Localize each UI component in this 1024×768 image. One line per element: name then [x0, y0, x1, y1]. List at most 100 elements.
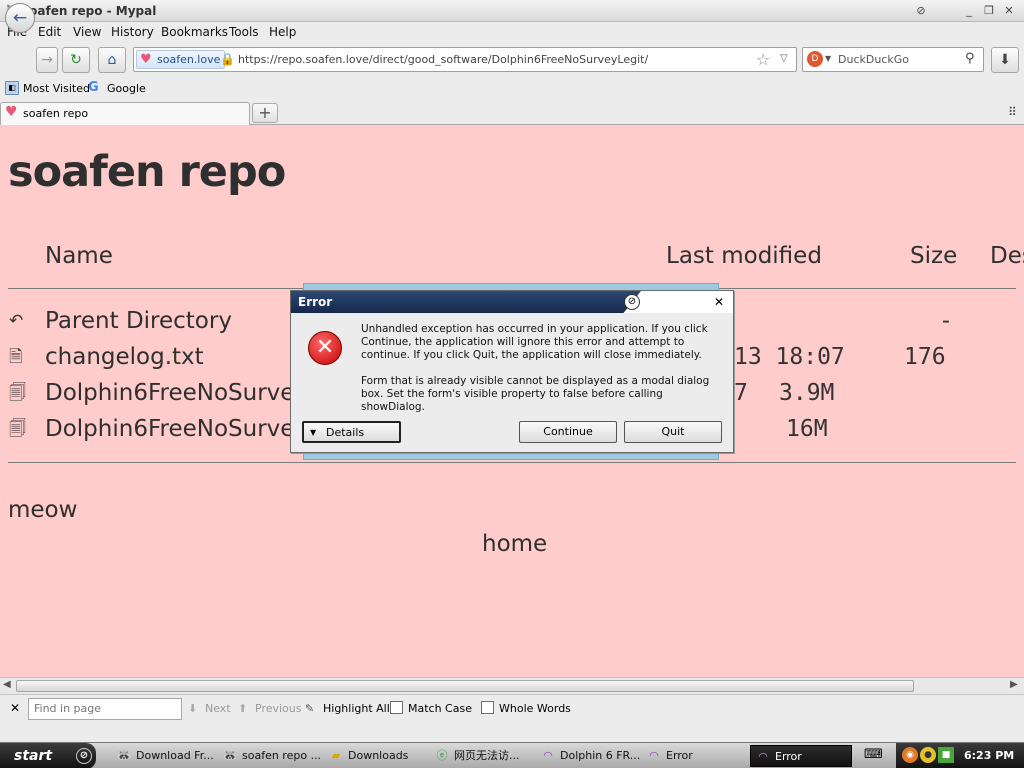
taskbar-item-dolphin[interactable]: ◠ Dolphin 6 FR... [540, 745, 640, 767]
tray-app-icon[interactable]: ■ [938, 747, 954, 763]
most-visited-icon: ◧ [5, 81, 19, 95]
reload-icon: ↻ [70, 52, 82, 68]
dialog-titlebar: Error ⊘ ✕ [291, 291, 733, 313]
menu-view[interactable]: View [73, 24, 101, 40]
taskbar: start ⊘ 🦝 Download Fr... 🦝 soafen repo ...… [0, 742, 1024, 768]
column-size-header[interactable]: Size [910, 243, 957, 269]
home-link[interactable]: home [482, 531, 547, 557]
whole-words-checkbox[interactable] [481, 701, 494, 714]
lock-icon: 🔒 [220, 52, 235, 66]
downloads-button[interactable]: ⬇ [991, 47, 1019, 73]
reload-button[interactable]: ↻ [62, 47, 90, 73]
dialog-close-button[interactable]: ✕ [711, 294, 727, 310]
horizontal-scrollbar[interactable]: ◀ ▶ [0, 677, 1024, 694]
taskbar-label: Downloads [348, 749, 409, 762]
column-name-header[interactable]: Name [45, 243, 113, 269]
highlight-all-button[interactable]: Highlight All [323, 702, 390, 716]
taskbar-item-browser[interactable]: ⓔ 网页无法访... [434, 745, 520, 767]
keyboard-icon[interactable]: ⌨ [864, 747, 883, 762]
clock[interactable]: 6:23 PM [964, 748, 1014, 764]
taskbar-label: Dolphin 6 FR... [560, 749, 641, 762]
menu-edit[interactable]: Edit [38, 24, 61, 40]
search-icon[interactable]: ⚲ [965, 51, 975, 66]
heart-favicon-icon: ♥ [5, 104, 18, 120]
divider [8, 462, 1016, 463]
details-label: Details [326, 426, 365, 439]
find-next-button[interactable]: Next [205, 702, 231, 716]
row-name-dolphin-2[interactable]: Dolphin6FreeNoSurveyL [45, 416, 321, 442]
search-box[interactable]: D ▼ DuckDuckGo ⚲ [802, 47, 984, 72]
taskbar-item-download[interactable]: 🦝 Download Fr... [116, 745, 214, 767]
heart-favicon-icon: ♥ [140, 52, 152, 67]
tray-app-icon[interactable]: ● [920, 747, 936, 763]
page-heading: soafen repo [8, 147, 286, 197]
details-button[interactable]: ▼ Details [302, 421, 401, 443]
row-name-parent[interactable]: Parent Directory [45, 308, 232, 334]
highlighter-icon: ✎ [305, 702, 315, 715]
tray-app-icon[interactable]: ◉ [902, 747, 918, 763]
close-find-bar-icon[interactable]: ✕ [10, 701, 20, 715]
dialog-message: Unhandled exception has occurred in your… [361, 323, 708, 361]
engine-dropdown-icon[interactable]: ▼ [825, 54, 831, 63]
quit-button[interactable]: Quit [624, 421, 722, 443]
row-size: - [939, 308, 953, 334]
forward-button[interactable]: → [36, 47, 58, 73]
back-folder-icon: ↶ [9, 311, 24, 331]
error-dialog: Error ⊘ ✕ ✕ Unhandled exception has occu… [290, 290, 734, 453]
whole-words-label[interactable]: Whole Words [499, 702, 571, 716]
tab-list-icon[interactable]: ⠿ [1008, 105, 1017, 119]
scroll-right-icon[interactable]: ▶ [1010, 679, 1018, 690]
column-modified-header[interactable]: Last modified [666, 243, 822, 269]
row-size: 16M [786, 416, 828, 442]
back-button[interactable]: ← [5, 3, 35, 33]
folder-icon: ▰ [331, 749, 341, 762]
url-text[interactable]: https://repo.soafen.love/direct/good_sof… [238, 52, 648, 68]
scrollbar-thumb[interactable] [16, 680, 914, 692]
site-identity-button[interactable]: ♥ soafen.love [136, 50, 226, 69]
continue-button[interactable]: Continue [519, 421, 617, 443]
raccoon-app-icon: 🦝 [223, 749, 237, 762]
duckduckgo-icon[interactable]: D [807, 51, 823, 67]
url-bar[interactable]: ♥ soafen.love 🔒 https://repo.soafen.love… [133, 47, 797, 72]
tab-soafen-repo[interactable]: ♥ soafen repo [0, 102, 250, 125]
new-tab-button[interactable]: + [252, 103, 278, 123]
taskbar-item-downloads[interactable]: ▰ Downloads [328, 745, 409, 767]
tab-label: soafen repo [23, 107, 89, 120]
home-button[interactable]: ⌂ [98, 47, 126, 73]
bookmark-google[interactable]: Google [107, 82, 146, 96]
match-case-label[interactable]: Match Case [408, 702, 472, 716]
row-name-changelog[interactable]: changelog.txt [45, 344, 204, 370]
binary-file-icon: 🗐 [9, 383, 26, 403]
menu-bookmarks[interactable]: Bookmarks [161, 24, 228, 40]
taskbar-item-soafen-repo[interactable]: 🦝 soafen repo ... [222, 745, 321, 767]
bookmark-star-icon[interactable]: ☆ [756, 50, 770, 69]
window-title: soafen repo - Mypal [22, 4, 157, 18]
binary-file-icon: 🗐 [9, 419, 26, 439]
restore-button[interactable]: ❐ [980, 3, 998, 19]
bookmark-most-visited[interactable]: Most Visited [23, 82, 90, 96]
menu-help[interactable]: Help [269, 24, 296, 40]
theme-icon[interactable]: ⊘ [912, 3, 930, 19]
scroll-left-icon[interactable]: ◀ [3, 679, 11, 690]
close-window-button[interactable]: ✕ [1000, 3, 1018, 19]
dialog-exception-message: Form that is already visible cannot be d… [361, 375, 710, 413]
menu-tools[interactable]: Tools [229, 24, 259, 40]
url-dropdown-icon[interactable]: ▽ [780, 53, 788, 64]
start-button[interactable]: start ⊘ [0, 743, 96, 768]
download-arrow-icon: ⬇ [999, 52, 1011, 68]
taskbar-item-error[interactable]: ◠ Error [646, 745, 693, 767]
dolphin-icon: ◠ [649, 749, 659, 762]
footer-text: meow [8, 497, 78, 523]
row-modified: 13 18:07 [734, 344, 845, 370]
up-arrow-icon: ⬆ [238, 702, 248, 715]
minimize-button[interactable]: _ [960, 3, 978, 19]
column-description-header[interactable]: Des [990, 243, 1024, 269]
taskbar-label: 网页无法访... [454, 749, 520, 762]
find-previous-button[interactable]: Previous [255, 702, 302, 716]
row-name-dolphin-1[interactable]: Dolphin6FreeNoSurveyL [45, 380, 321, 406]
find-input[interactable]: Find in page [28, 698, 182, 720]
site-identity-label: soafen.love [157, 53, 221, 66]
taskbar-item-error-active[interactable]: ◠ Error [750, 745, 852, 767]
menu-history[interactable]: History [111, 24, 154, 40]
match-case-checkbox[interactable] [390, 701, 403, 714]
